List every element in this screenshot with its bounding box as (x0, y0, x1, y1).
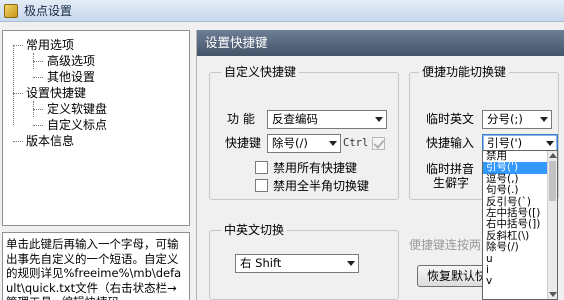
hotkey-select-value: 除号(/) (272, 136, 308, 150)
quick-input-dropdown-list[interactable]: 禁用 引号(') 逗号(,) 句号(.) 反引号(`) 左中括号([) 右中括号(]) 反斜杠… (482, 150, 558, 300)
double-press-hint: 便捷键连按两次 (409, 238, 494, 252)
tree-connector (33, 77, 43, 78)
tree-connector (13, 141, 23, 142)
cn-en-switch-select[interactable]: 右 Shift (235, 254, 359, 273)
tree-connector (13, 45, 23, 46)
dropdown-option[interactable]: i (483, 264, 557, 276)
chevron-down-icon (375, 117, 383, 122)
function-label: 功 能 (227, 112, 255, 126)
quick-input-label: 快捷输入 (426, 136, 475, 150)
tree-item-common-options[interactable]: 常用选项 (26, 37, 74, 53)
tree-item-custom-punctuation[interactable]: 自定义标点 (47, 117, 107, 133)
help-description: 单击此键后再输入一个字母，可输出事先自定义的一个短语。自定义的规则详见%free… (2, 232, 190, 300)
cn-en-switch-legend: 中英文切换 (221, 223, 288, 237)
disable-all-hotkeys-checkbox[interactable] (255, 161, 268, 174)
title-bar: 极点设置 (0, 0, 564, 22)
tree-item-advanced-options[interactable]: 高级选项 (47, 53, 95, 69)
tree-connector (33, 125, 43, 126)
tree-connector (33, 61, 43, 62)
function-select-value: 反查编码 (272, 112, 318, 126)
cn-en-switch-value: 右 Shift (240, 256, 282, 270)
app-icon (4, 3, 18, 18)
dropdown-option[interactable]: v (483, 275, 557, 287)
switch-key-legend: 便捷功能切换键 (419, 65, 510, 79)
chevron-down-icon (546, 141, 554, 146)
disable-fullhalf-label: 禁用全半角切换键 (273, 179, 370, 193)
function-select[interactable]: 反查编码 (267, 110, 387, 129)
dropdown-option[interactable]: 句号(.) (483, 184, 557, 196)
ctrl-label: Ctrl (343, 137, 369, 149)
scrollbar-thumb[interactable] (549, 161, 556, 201)
hotkey-select[interactable]: 除号(/) (267, 134, 341, 153)
disable-all-hotkeys-label: 禁用所有快捷键 (273, 161, 358, 175)
settings-tree: 常用选项 高级选项 其他设置 设置快捷键 定义软键盘 自定义标点 版本信息 (2, 30, 190, 226)
hotkey-label: 快捷键 (225, 136, 262, 150)
dropdown-scrollbar[interactable] (547, 151, 557, 299)
tree-connector (13, 45, 14, 125)
dropdown-option[interactable]: u (483, 253, 557, 265)
temp-english-label: 临时英文 (426, 112, 475, 126)
dropdown-option[interactable]: 除号(/) (483, 241, 557, 253)
ctrl-checkbox[interactable] (372, 137, 385, 150)
tree-item-other-settings[interactable]: 其他设置 (47, 69, 95, 85)
temp-english-value: 分号(;) (487, 112, 523, 126)
temp-english-select[interactable]: 分号(;) (482, 110, 552, 129)
window-title: 极点设置 (24, 4, 73, 18)
scroll-down-icon[interactable] (549, 292, 557, 297)
dropdown-options: 禁用 引号(') 逗号(,) 句号(.) 反引号(`) 左中括号([) 右中括号(]) 反斜杠… (483, 151, 557, 288)
quick-input-value: 引号(') (487, 136, 523, 150)
chevron-down-icon (329, 141, 337, 146)
tree-connector (33, 109, 43, 110)
chevron-down-icon (540, 117, 548, 122)
scroll-up-icon[interactable] (549, 153, 557, 158)
tree-item-set-hotkeys[interactable]: 设置快捷键 (26, 85, 86, 101)
panel-title: 设置快捷键 (197, 30, 564, 56)
custom-hotkey-legend: 自定义快捷键 (221, 65, 300, 79)
tree-item-soft-keyboard[interactable]: 定义软键盘 (47, 101, 107, 117)
tree-item-version-info[interactable]: 版本信息 (26, 133, 74, 149)
temp-pinyin-label: 临时拼音 (426, 162, 475, 176)
tree-connector (13, 93, 23, 94)
rare-char-label: 生僻字 (433, 176, 470, 190)
chevron-down-icon (347, 261, 355, 266)
disable-fullhalf-checkbox[interactable] (255, 179, 268, 192)
